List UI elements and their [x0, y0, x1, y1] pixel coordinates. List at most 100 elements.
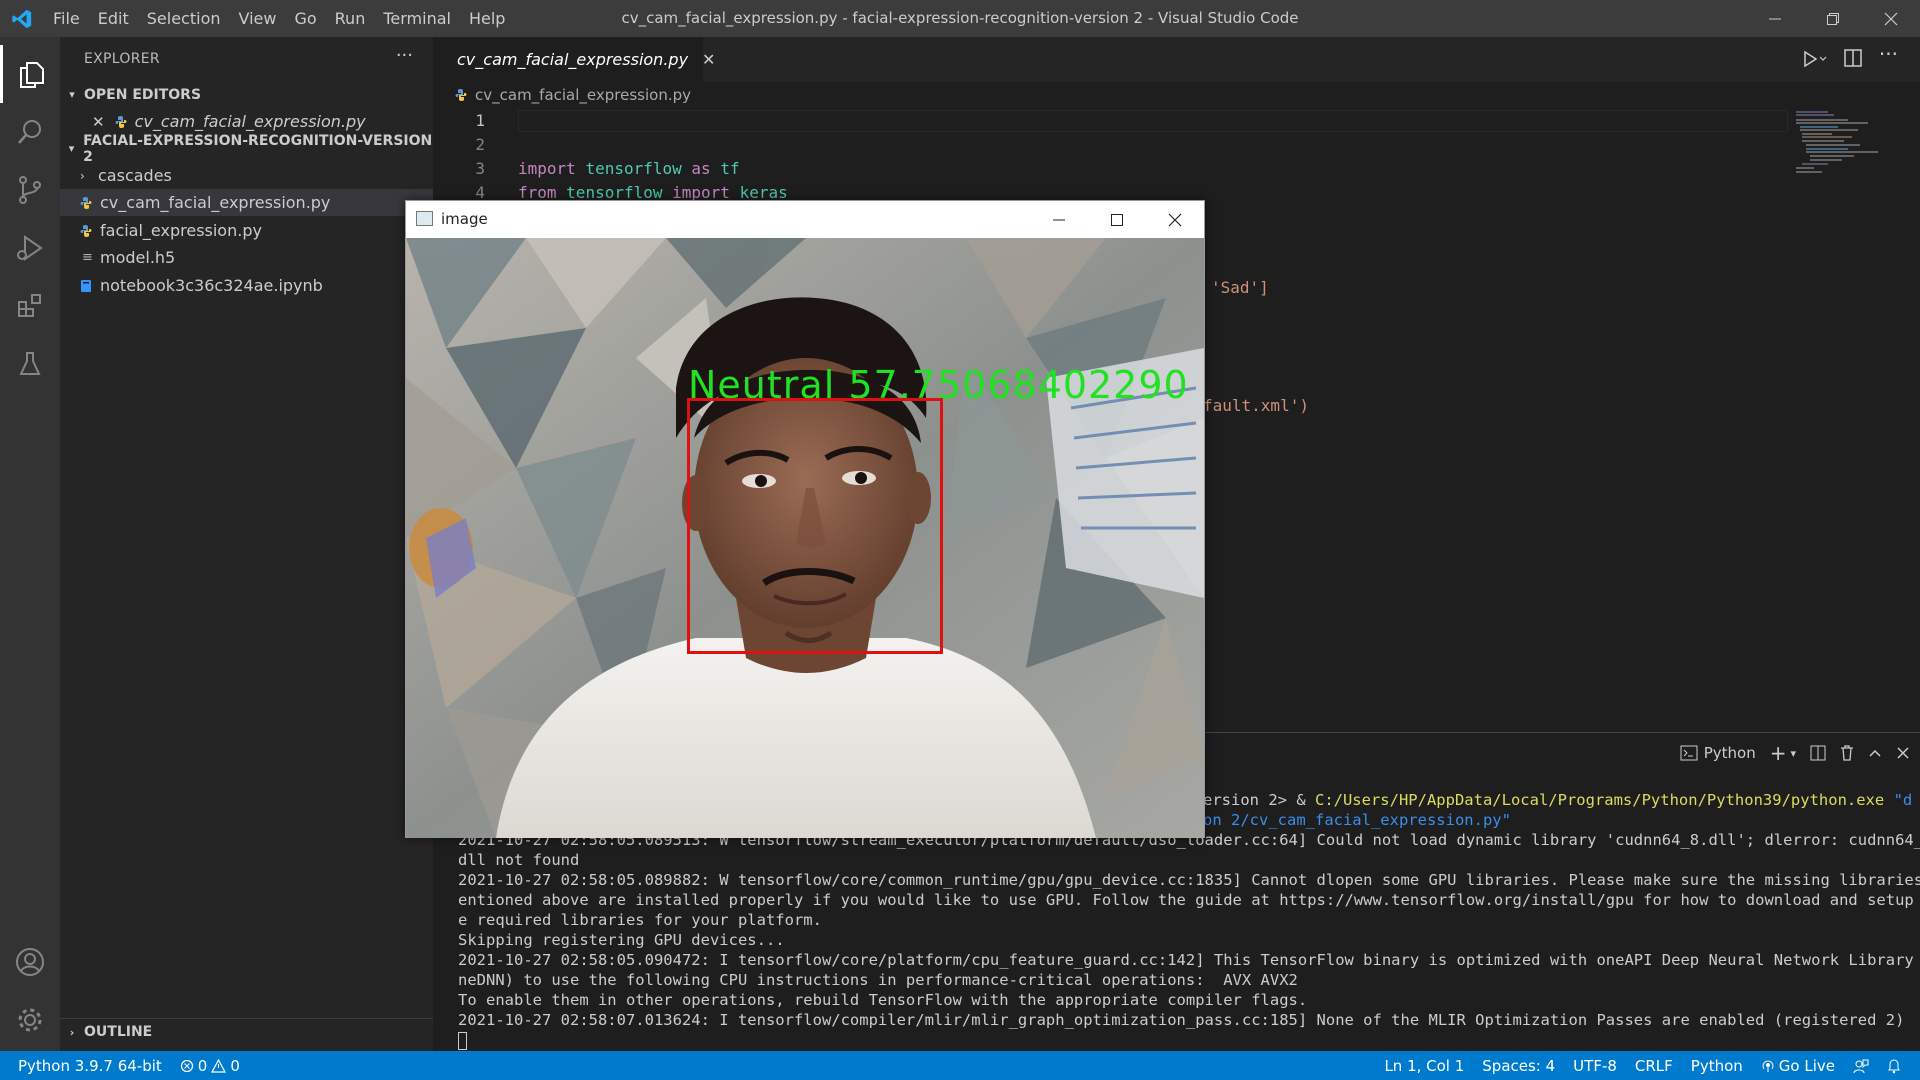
face-bounding-box [687, 398, 943, 654]
chevron-down-icon[interactable]: ▾ [1790, 747, 1796, 760]
more-actions-button[interactable]: ··· [396, 45, 413, 66]
new-terminal-button[interactable]: + [1770, 741, 1787, 765]
terminal-line: neDNN) to use the following CPU instruct… [458, 971, 1298, 989]
status-bar: Python 3.9.7 64-bit 0 0 Ln 1, Col 1 Spac… [0, 1051, 1920, 1080]
explorer-sidebar: EXPLORER ··· ▾ OPEN EDITORS ✕ cv_cam_fac… [60, 37, 433, 1051]
term-string: on 2/cv_cam_facial_expression.py" [1203, 811, 1511, 829]
minimize-icon [1769, 18, 1781, 19]
feedback-icon [1853, 1059, 1869, 1073]
activity-extensions[interactable] [0, 277, 60, 335]
source-control-icon [19, 176, 41, 204]
python-file-icon [455, 89, 467, 101]
status-go-live-label: Go Live [1778, 1056, 1835, 1075]
line-number: 1 [475, 111, 485, 130]
close-panel-icon[interactable] [1896, 746, 1910, 760]
chevron-down-icon: ▾ [68, 142, 75, 155]
tree-item-model[interactable]: ≡ model.h5 [60, 244, 433, 271]
code-token: import [518, 159, 576, 178]
folder-section[interactable]: ▾ FACIAL-EXPRESSION-RECOGNITION-VERSION … [60, 132, 433, 165]
cv-maximize-button[interactable] [1088, 201, 1146, 238]
warning-icon [211, 1058, 227, 1073]
status-feedback[interactable] [1844, 1058, 1878, 1074]
tree-item-cv-cam[interactable]: cv_cam_facial_expression.py [60, 189, 433, 216]
terminal-shell-label: Python [1703, 744, 1756, 762]
account-icon [16, 948, 44, 976]
status-indentation[interactable]: Spaces: 4 [1473, 1057, 1564, 1075]
breadcrumb: cv_cam_facial_expression.py [433, 82, 1920, 108]
activity-manage[interactable] [0, 991, 60, 1049]
tab-label: cv_cam_facial_expression.py [457, 50, 689, 69]
chevron-right-icon: › [80, 168, 85, 183]
play-icon [1804, 50, 1827, 68]
broadcast-icon [1762, 1060, 1774, 1072]
status-interpreter[interactable]: Python 3.9.7 64-bit [0, 1057, 171, 1075]
activity-testing[interactable] [0, 335, 60, 393]
code-fragment-xml: fault.xml') [1203, 396, 1309, 415]
opencv-title-bar[interactable]: image [406, 201, 1204, 238]
status-notifications[interactable] [1878, 1058, 1910, 1074]
chevron-down-icon: ▾ [69, 88, 75, 101]
notebook-icon [81, 279, 91, 292]
activity-accounts[interactable] [0, 933, 60, 991]
python-file-icon [115, 115, 127, 128]
extensions-icon [18, 294, 41, 317]
terminal-line: 2021-10-27 02:58:05.090472: I tensorflow… [458, 951, 1920, 969]
cv-close-button[interactable] [1146, 201, 1204, 238]
status-go-live[interactable]: Go Live [1752, 1057, 1844, 1075]
activity-search[interactable] [0, 103, 60, 161]
status-problems[interactable]: 0 0 [171, 1057, 249, 1075]
explorer-icon [19, 62, 44, 88]
close-editor-icon[interactable]: ✕ [92, 113, 105, 131]
terminal-toolbar: Python + ▾ [1680, 741, 1910, 765]
run-file-button[interactable] [1802, 49, 1828, 73]
open-editors-label: OPEN EDITORS [84, 86, 202, 103]
open-editor-item[interactable]: ✕ cv_cam_facial_expression.py [60, 108, 433, 135]
open-editors-section[interactable]: ▾ OPEN EDITORS [60, 81, 433, 108]
status-cursor-position[interactable]: Ln 1, Col 1 [1375, 1057, 1473, 1075]
breadcrumb-file[interactable]: cv_cam_facial_expression.py [475, 86, 691, 104]
cv-minimize-button[interactable] [1030, 201, 1088, 238]
folder-label: FACIAL-EXPRESSION-RECOGNITION-VERSION 2 [83, 132, 433, 165]
testing-icon [19, 352, 41, 375]
status-encoding[interactable]: UTF-8 [1564, 1057, 1626, 1075]
settings-gear-icon [18, 1008, 42, 1032]
status-eol[interactable]: CRLF [1626, 1057, 1682, 1075]
split-editor-button[interactable] [1844, 49, 1862, 71]
outline-section[interactable]: › OUTLINE [60, 1018, 433, 1045]
terminal-cursor[interactable] [458, 1032, 467, 1050]
term-path: C:/Users/HP/AppData/Local/Programs/Pytho… [1314, 791, 1885, 809]
tab-cv-cam[interactable]: cv_cam_facial_expression.py ✕ [433, 37, 715, 82]
tree-item-cascades[interactable]: › cascades [60, 162, 433, 189]
restore-button[interactable] [1804, 0, 1862, 37]
code-token: tf [720, 159, 740, 178]
minimize-button[interactable] [1746, 0, 1804, 37]
restore-icon [1827, 12, 1839, 25]
trash-icon[interactable] [1840, 745, 1854, 761]
tree-item-facial-expression[interactable]: facial_expression.py [60, 217, 433, 244]
tab-close-icon[interactable]: ✕ [702, 50, 715, 69]
terminal-shell-selector[interactable]: Python [1680, 744, 1756, 762]
activity-explorer[interactable] [0, 45, 60, 103]
status-language[interactable]: Python [1682, 1057, 1752, 1075]
terminal-line: Skipping registering GPU devices... [458, 931, 785, 949]
tree-item-label: cascades [98, 166, 172, 185]
tree-item-notebook[interactable]: notebook3c36c324ae.ipynb [60, 272, 433, 299]
activity-source-control[interactable] [0, 161, 60, 219]
python-file-icon [80, 224, 92, 237]
opencv-image-window[interactable]: image Neutral 57.75068402290 [405, 200, 1205, 838]
chevron-right-icon: › [69, 1025, 75, 1039]
close-window-button[interactable] [1862, 0, 1920, 37]
line-number: 2 [475, 135, 485, 154]
tree-item-label: facial_expression.py [100, 221, 262, 240]
run-debug-icon [17, 235, 43, 261]
terminal-line: To enable them in other operations, rebu… [458, 991, 1308, 1009]
status-error-count: 0 [197, 1056, 208, 1075]
line-number: 3 [475, 159, 485, 178]
tree-item-label: cv_cam_facial_expression.py [100, 193, 331, 212]
activity-run-debug[interactable] [0, 219, 60, 277]
editor-more-button[interactable]: ··· [1879, 42, 1898, 66]
split-terminal-icon[interactable] [1810, 745, 1826, 761]
tree-item-label: notebook3c36c324ae.ipynb [100, 276, 323, 295]
maximize-panel-icon[interactable] [1868, 746, 1882, 760]
minimap[interactable] [1788, 108, 1908, 198]
